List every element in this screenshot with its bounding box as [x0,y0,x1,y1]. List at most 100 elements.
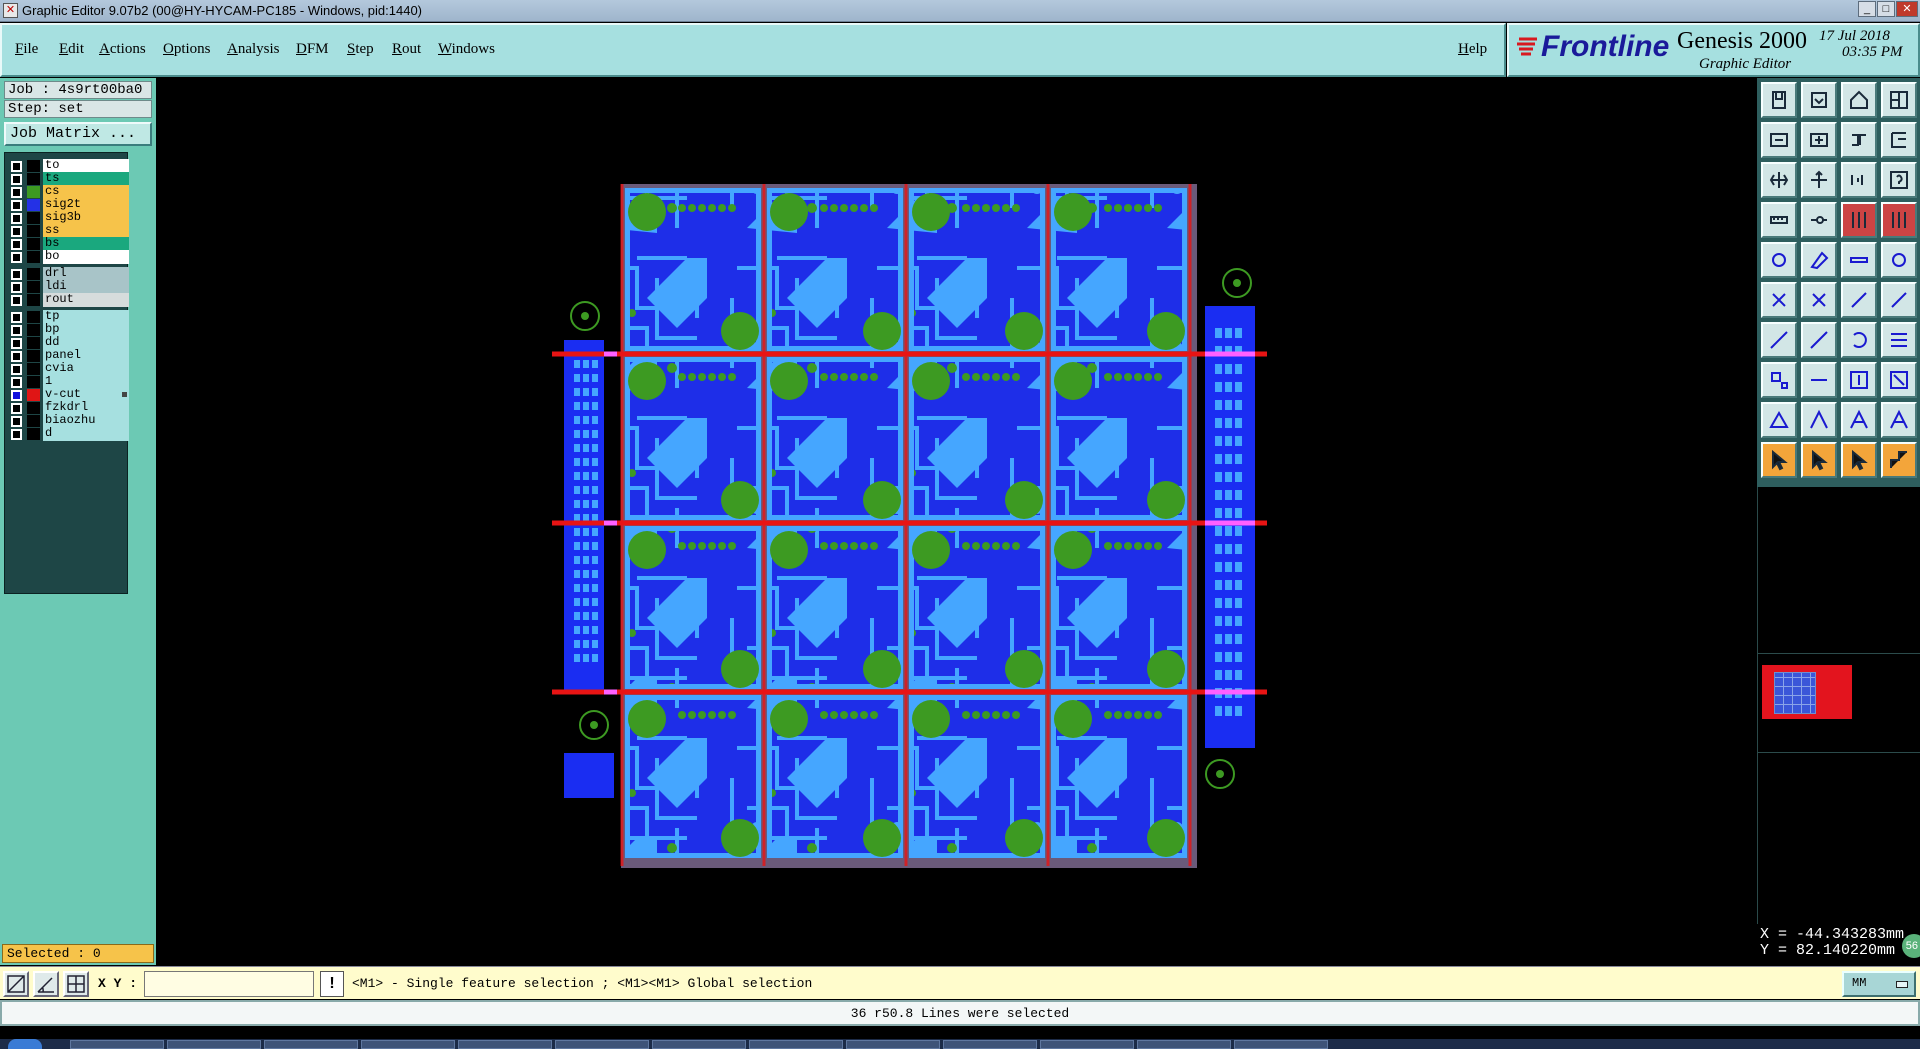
taskbar-app[interactable] [846,1040,940,1049]
layer-row-tp[interactable]: tp [7,310,129,324]
layer-checkbox[interactable] [11,252,22,263]
layer-row-d[interactable]: d [7,427,129,441]
layer-checkbox[interactable] [11,295,22,306]
layer-name[interactable]: rout [43,293,129,307]
select-route-button[interactable] [1881,442,1917,478]
layer-color-swatch[interactable] [27,186,40,198]
layer-checkbox[interactable] [11,269,22,280]
layer-row-biaozhu[interactable]: biaozhu [7,414,129,428]
layer-color-swatch[interactable] [27,363,40,375]
layer-row-sig3b[interactable]: sig3b [7,211,129,225]
layer-color-swatch[interactable] [27,311,40,323]
layer-color-swatch[interactable] [27,173,40,185]
layer-color-swatch[interactable] [27,324,40,336]
layer-color-swatch[interactable] [27,402,40,414]
taskbar-app[interactable] [555,1040,649,1049]
select-pointer-button[interactable] [1761,442,1797,478]
layer-checkbox[interactable] [11,403,22,414]
layer-name[interactable]: bo [43,250,129,264]
layer-row-ss[interactable]: ss [7,224,129,238]
layer-checkbox[interactable] [11,390,22,401]
layer-name[interactable]: d [43,427,129,441]
triangle-button[interactable] [1761,402,1797,438]
help-button[interactable] [1881,162,1917,198]
layer-checkbox[interactable] [11,226,22,237]
menu-edit[interactable]: Edit [59,41,84,58]
layer-color-swatch[interactable] [27,337,40,349]
transform-button[interactable] [1881,362,1917,398]
taskbar-app[interactable] [1137,1040,1231,1049]
layer-checkbox[interactable] [11,351,22,362]
units-select[interactable]: MM [1842,971,1916,997]
copy-button[interactable] [1841,282,1877,318]
delete-button[interactable] [1801,282,1837,318]
layer-color-swatch[interactable] [27,294,40,306]
layer-color-swatch[interactable] [27,225,40,237]
taskbar-app[interactable] [264,1040,358,1049]
menu-dfm[interactable]: DFM [296,41,329,58]
layer-color-swatch[interactable] [27,415,40,427]
layer-color-swatch[interactable] [27,268,40,280]
layer-row-cvia[interactable]: cvia [7,362,129,376]
layer-color-swatch[interactable] [27,199,40,211]
layer-color-swatch[interactable] [27,238,40,250]
fit-screen-button[interactable] [1761,162,1797,198]
arc-button[interactable] [1841,322,1877,358]
align-button[interactable] [1881,322,1917,358]
layer-checkbox[interactable] [11,239,22,250]
layer-checkbox[interactable] [11,282,22,293]
taskbar-app[interactable] [943,1040,1037,1049]
start-button[interactable] [8,1039,42,1049]
layer-color-swatch[interactable] [27,428,40,440]
menu-file[interactable]: File [15,41,38,58]
select-pointer-2-button[interactable] [1801,442,1837,478]
add-shape-button[interactable] [1801,242,1837,278]
select-pointer-3-button[interactable] [1841,442,1877,478]
xy-input[interactable] [144,971,314,997]
layer-checkbox[interactable] [11,213,22,224]
a-shape-2-button[interactable] [1881,402,1917,438]
layer-row-rout[interactable]: rout [7,293,129,307]
connect-button[interactable] [1881,282,1917,318]
maximize-button[interactable]: □ [1877,1,1895,17]
taskbar-app[interactable] [1040,1040,1134,1049]
exclamation-button[interactable]: ! [320,971,344,997]
one-to-one-button[interactable] [1841,162,1877,198]
minimize-button[interactable]: _ [1858,1,1876,17]
layer-color-swatch[interactable] [27,389,40,401]
taskbar-app[interactable] [652,1040,746,1049]
measure-button[interactable] [1761,202,1797,238]
layer-name[interactable]: cvia [43,362,129,376]
line-red-button[interactable] [1761,322,1797,358]
layer-color-swatch[interactable] [27,350,40,362]
close-button[interactable]: ✕ [1896,1,1918,17]
layer-color-swatch[interactable] [27,160,40,172]
line-draw-button[interactable] [1801,322,1837,358]
menu-windows[interactable]: Windows [438,41,495,58]
pcb-panel-view[interactable] [157,78,1757,965]
window-split-button[interactable] [1881,82,1917,118]
layer-checkbox[interactable] [11,429,22,440]
layer-row-to[interactable]: to [7,159,129,173]
taskbar-app[interactable] [1234,1040,1328,1049]
grid-button[interactable] [63,971,89,997]
layer-row-bp[interactable]: bp [7,323,129,337]
layer-color-swatch[interactable] [27,251,40,263]
layer-color-swatch[interactable] [27,281,40,293]
taskbar-app[interactable] [361,1040,455,1049]
layer-checkbox[interactable] [11,338,22,349]
open-step-button[interactable] [1761,82,1797,118]
menu-options[interactable]: Options [163,41,211,58]
panel-thumbnail[interactable] [1762,665,1852,719]
layer-compare-button[interactable] [1841,202,1877,238]
snap-grid-button[interactable] [3,971,29,997]
cut-line-button[interactable] [1801,362,1837,398]
a-shape-button[interactable] [1841,402,1877,438]
layer-checkbox[interactable] [11,174,22,185]
taskbar-app[interactable] [458,1040,552,1049]
layer-checkbox[interactable] [11,312,22,323]
layer-row-drl[interactable]: drl [7,267,129,281]
taskbar-app[interactable] [749,1040,843,1049]
snap-angle-button[interactable] [33,971,59,997]
layer-name[interactable]: biaozhu [43,414,129,428]
